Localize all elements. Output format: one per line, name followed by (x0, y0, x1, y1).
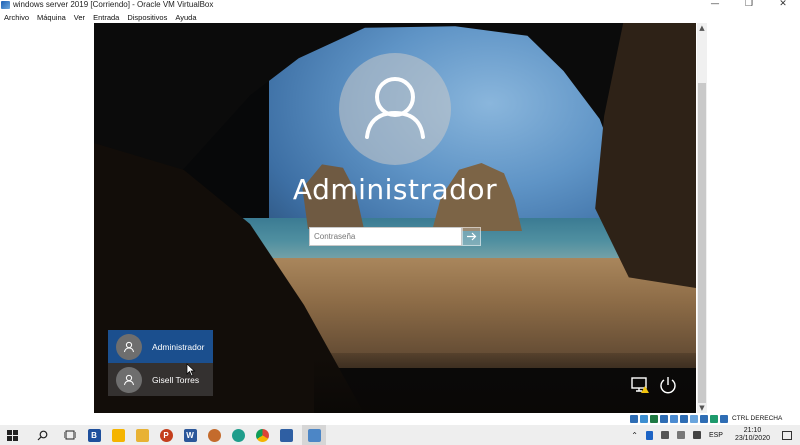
menu-dispositivos[interactable]: Dispositivos (127, 13, 167, 22)
user-list-item-label: Administrador (152, 341, 205, 352)
word-icon: W (183, 428, 197, 442)
taskbar-app-virtualbox[interactable] (274, 425, 298, 445)
network-button[interactable] (630, 375, 652, 395)
virtualbox-icon (279, 428, 293, 442)
search-button[interactable] (30, 425, 54, 445)
user-avatar-large (339, 53, 451, 165)
search-icon (37, 430, 47, 440)
minimize-button[interactable]: — (698, 0, 732, 10)
login-user-name: Administrador (292, 173, 498, 206)
menu-maquina[interactable]: Máquina (37, 13, 66, 22)
user-icon (124, 374, 134, 385)
clock-time: 21:10 (743, 427, 762, 434)
volume-icon[interactable] (692, 431, 701, 439)
show-hidden-icons-icon[interactable]: ⌃ (631, 431, 638, 440)
taskbar-app-chrome[interactable] (250, 425, 274, 445)
mouse-integration-icon[interactable] (720, 414, 728, 423)
maximize-button[interactable]: ❐ (732, 0, 766, 10)
display-icon[interactable] (690, 414, 698, 423)
mouse-cursor-icon (186, 363, 196, 377)
taskbar-app-snipping[interactable] (302, 425, 326, 445)
taskbar-app-paint[interactable] (202, 425, 226, 445)
host-key-label: CTRL DERECHA (732, 415, 783, 422)
start-button[interactable] (0, 425, 24, 445)
password-box (309, 227, 481, 246)
shared-folders-icon[interactable] (680, 414, 688, 423)
recording-icon[interactable] (700, 414, 708, 423)
taskbar-app-bizagi[interactable]: B (82, 425, 106, 445)
network-warning-icon (631, 377, 649, 393)
scroll-up-icon[interactable]: ▲ (697, 23, 707, 33)
menu-ayuda[interactable]: Ayuda (175, 13, 196, 22)
input-language[interactable]: ESP (709, 432, 723, 439)
user-icon (365, 77, 425, 139)
user-icon (124, 341, 134, 352)
window-title: windows server 2019 [Corriendo] - Oracle… (13, 0, 214, 9)
vbox-status-bar: CTRL DERECHA (630, 413, 800, 424)
sticky-notes-icon (111, 428, 125, 442)
menu-entrada[interactable]: Entrada (93, 13, 119, 22)
close-button[interactable]: ✕ (766, 0, 800, 10)
powerpoint-icon: P (159, 428, 173, 442)
task-view-button[interactable] (58, 425, 82, 445)
task-view-icon (64, 430, 76, 440)
menu-archivo[interactable]: Archivo (4, 13, 29, 22)
taskbar-app-word[interactable]: W (178, 425, 202, 445)
hard-disk-icon[interactable] (630, 414, 638, 423)
audio-icon[interactable] (650, 414, 658, 423)
power-icon (660, 377, 676, 394)
windows-logo-icon (6, 429, 18, 441)
menu-bar: Archivo Máquina Ver Entrada Dispositivos… (0, 11, 800, 23)
usb-icon[interactable] (670, 414, 678, 423)
optical-drive-icon[interactable] (640, 414, 648, 423)
clock-date: 23/10/2020 (734, 435, 770, 442)
scrollbar-thumb[interactable] (698, 83, 706, 403)
virtualbox-app-icon (1, 1, 10, 9)
paint-icon (207, 428, 221, 442)
system-tray: ⌃ ESP 21:10 23/10/2020 (631, 425, 800, 445)
vm-screen[interactable]: Administrador Administrador Gisell Torre… (94, 23, 696, 413)
chrome-icon (255, 428, 269, 442)
scroll-down-icon[interactable]: ▼ (697, 403, 707, 413)
edge-icon (231, 428, 245, 442)
cpu-icon[interactable] (710, 414, 718, 423)
vm-vertical-scrollbar[interactable]: ▲ ▼ (697, 23, 707, 413)
title-bar: windows server 2019 [Corriendo] - Oracle… (0, 0, 800, 10)
password-input[interactable] (309, 227, 462, 246)
wifi-icon[interactable] (660, 431, 669, 439)
user-avatar-small (116, 366, 142, 393)
menu-ver[interactable]: Ver (74, 13, 85, 22)
taskbar-app-file-explorer[interactable] (130, 425, 154, 445)
power-button[interactable] (657, 375, 679, 395)
user-switcher-list: Administrador Gisell Torres (108, 330, 213, 396)
arrow-right-icon (467, 232, 477, 241)
user-list-item-gisell-torres[interactable]: Gisell Torres (108, 363, 213, 396)
network-adapter-icon[interactable] (660, 414, 668, 423)
snipping-tool-icon (307, 428, 321, 442)
notifications-icon[interactable] (782, 430, 792, 440)
window-controls: — ❐ ✕ (698, 0, 800, 10)
bluetooth-icon[interactable] (645, 430, 653, 440)
bizagi-icon: B (87, 428, 101, 442)
taskbar-app-sticky[interactable] (106, 425, 130, 445)
taskbar-app-powerpoint[interactable]: P (154, 425, 178, 445)
user-list-item-administrador[interactable]: Administrador (108, 330, 213, 363)
clock[interactable]: 21:10 23/10/2020 (735, 427, 770, 443)
taskbar-app-edge[interactable] (226, 425, 250, 445)
virtualbox-window: windows server 2019 [Corriendo] - Oracle… (0, 0, 800, 445)
folder-icon (135, 428, 149, 442)
network-tray-icon[interactable] (676, 431, 685, 439)
submit-password-button[interactable] (462, 227, 481, 246)
user-avatar-small (116, 333, 142, 360)
